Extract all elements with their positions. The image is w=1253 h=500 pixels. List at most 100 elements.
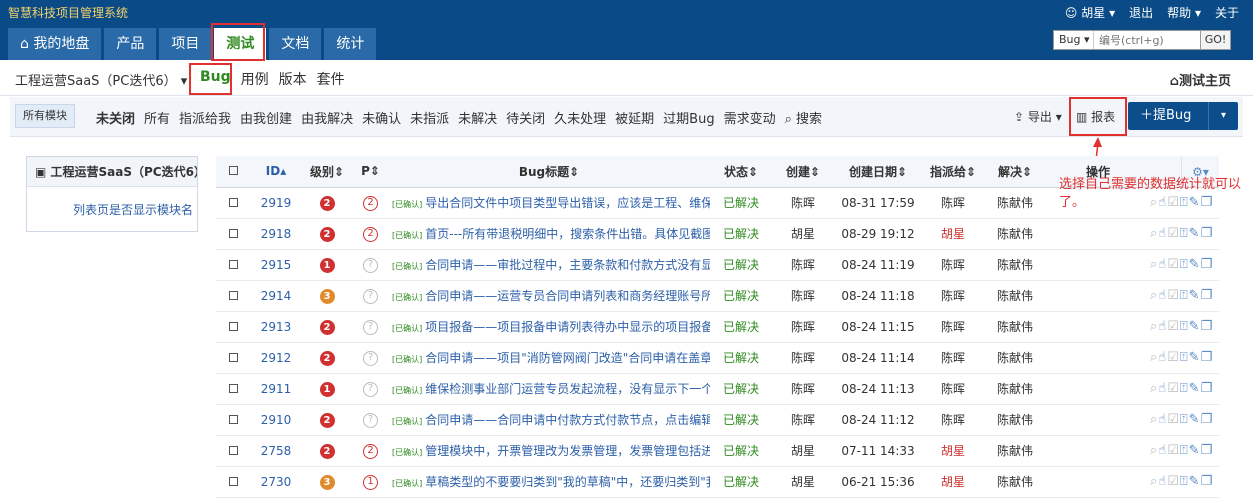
- bug-id[interactable]: 2911: [251, 373, 301, 405]
- close-icon[interactable]: ⍐: [1180, 288, 1189, 303]
- filter-search[interactable]: ⌕ 搜索: [785, 108, 822, 127]
- search-input[interactable]: [1094, 31, 1200, 49]
- col-title[interactable]: Bug标题⇕: [388, 156, 710, 188]
- subnav-bug[interactable]: Bug: [200, 69, 231, 89]
- col-pri[interactable]: P⇕: [353, 156, 388, 188]
- bug-id[interactable]: 2910: [251, 404, 301, 436]
- copy-icon[interactable]: ❐: [1201, 288, 1214, 303]
- bug-id[interactable]: 2913: [251, 311, 301, 343]
- edit-icon[interactable]: ✎: [1189, 443, 1201, 458]
- table-row[interactable]: 2913 2? [已确认] 项目报备——项目报备申请列表待办中显示的项目报备名 已解决陈…: [216, 311, 1219, 343]
- confirm-icon[interactable]: ☝: [1158, 381, 1167, 396]
- product-selector[interactable]: 工程运营SaaS（PC迭代6） ▾: [15, 70, 187, 89]
- assigned-cell[interactable]: 陈晖: [922, 404, 984, 436]
- search-type-select[interactable]: Bug ▾: [1054, 31, 1094, 49]
- bug-id[interactable]: 2912: [251, 342, 301, 374]
- assigned-cell[interactable]: 胡星: [922, 435, 984, 467]
- bug-id[interactable]: 2730: [251, 466, 301, 498]
- resolve-icon[interactable]: ☑: [1167, 319, 1180, 334]
- filter-resolved-by-me[interactable]: 由我解决: [301, 108, 353, 127]
- resolve-icon[interactable]: ☑: [1167, 350, 1180, 365]
- filter-story-changed[interactable]: 需求变动: [724, 108, 776, 127]
- bug-title-link[interactable]: 草稿类型的不要要归类到"我的草稿"中，还要归类到"我的: [425, 475, 710, 489]
- nav-project[interactable]: 项目: [159, 28, 212, 60]
- select-all-check[interactable]: [229, 166, 238, 176]
- table-row[interactable]: 2758 2 2 [已确认] 管理模块中，开票管理改为发票管理，发票管理包括进项 已解决胡…: [216, 435, 1219, 467]
- row-checkbox[interactable]: [216, 218, 251, 250]
- filter-all[interactable]: 所有: [144, 108, 170, 127]
- assigned-cell[interactable]: 陈晖: [922, 311, 984, 343]
- table-row[interactable]: 2918 2 2 [已确认] 首页---所有带退税明细中，搜索条件出错。具体见截图。 已解…: [216, 218, 1219, 250]
- bug-id[interactable]: 2919: [251, 187, 301, 219]
- nav-product[interactable]: 产品: [104, 28, 157, 60]
- resolve-icon[interactable]: ☑: [1167, 226, 1180, 241]
- copy-icon[interactable]: ❐: [1201, 257, 1214, 272]
- assigned-cell[interactable]: 陈晖: [922, 249, 984, 281]
- bug-title-link[interactable]: 维保检测事业部门运营专员发起流程，没有显示下一个审: [425, 382, 710, 396]
- resolve-icon[interactable]: ☑: [1167, 288, 1180, 303]
- row-checkbox[interactable]: [216, 466, 251, 498]
- table-row[interactable]: 2730 3 1 [已确认] 草稿类型的不要要归类到"我的草稿"中，还要归类到"我的 已解…: [216, 466, 1219, 498]
- nav-report[interactable]: 统计: [324, 28, 377, 60]
- assigned-cell[interactable]: 胡星: [922, 466, 984, 498]
- copy-icon[interactable]: ❐: [1201, 443, 1214, 458]
- bug-id[interactable]: 2915: [251, 249, 301, 281]
- resolve-icon[interactable]: ☑: [1167, 443, 1180, 458]
- row-checkbox[interactable]: [216, 187, 251, 219]
- resolve-icon[interactable]: ☑: [1167, 257, 1180, 272]
- bug-title-link[interactable]: 合同申请——项目"消防管网阀门改造"合同申请在盖章专: [425, 351, 710, 365]
- filter-long-lasting[interactable]: 久未处理: [554, 108, 606, 127]
- assigned-cell[interactable]: 陈晖: [922, 342, 984, 374]
- resolve-icon[interactable]: ☑: [1167, 412, 1180, 427]
- add-bug-dropdown[interactable]: ▾: [1208, 102, 1238, 130]
- table-row[interactable]: 2912 2? [已确认] 合同申请——项目"消防管网阀门改造"合同申请在盖章专 已解决…: [216, 342, 1219, 374]
- bug-title-link[interactable]: 管理模块中，开票管理改为发票管理，发票管理包括进项: [425, 444, 710, 458]
- table-row[interactable]: 2915 1? [已确认] 合同申请——审批过程中，主要条款和付款方式没有显示 已解决陈…: [216, 249, 1219, 281]
- filter-unconfirmed[interactable]: 未确认: [362, 108, 401, 127]
- bug-title-link[interactable]: 合同申请——合同申请中付款方式付款节点，点击编辑次: [425, 413, 710, 427]
- copy-icon[interactable]: ❐: [1201, 350, 1214, 365]
- resolve-icon[interactable]: ☑: [1167, 474, 1180, 489]
- close-icon[interactable]: ⍐: [1180, 226, 1189, 241]
- confirm-icon[interactable]: ☝: [1158, 443, 1167, 458]
- bug-title-link[interactable]: 合同申请——运营专员合同申请列表和商务经理账号所显: [425, 289, 710, 303]
- nav-test[interactable]: 测试: [214, 28, 267, 60]
- row-check[interactable]: [229, 414, 238, 424]
- copy-icon[interactable]: ❐: [1201, 412, 1214, 427]
- close-icon[interactable]: ⍐: [1180, 474, 1189, 489]
- module-tag[interactable]: 所有模块: [15, 104, 75, 128]
- row-checkbox[interactable]: [216, 280, 251, 312]
- assigned-cell[interactable]: 陈晖: [922, 280, 984, 312]
- row-check[interactable]: [229, 476, 238, 486]
- close-icon[interactable]: ⍐: [1180, 350, 1189, 365]
- about-link[interactable]: 关于: [1215, 4, 1239, 21]
- row-checkbox[interactable]: [216, 373, 251, 405]
- edit-icon[interactable]: ✎: [1189, 319, 1201, 334]
- bug-id[interactable]: 2758: [251, 435, 301, 467]
- copy-icon[interactable]: ❐: [1201, 381, 1214, 396]
- col-severity[interactable]: 级别⇕: [301, 156, 353, 188]
- filter-unassigned[interactable]: 未指派: [410, 108, 449, 127]
- col-date[interactable]: 创建日期⇕: [834, 156, 922, 188]
- add-bug-button[interactable]: ＋提Bug ▾: [1128, 102, 1238, 130]
- resolve-icon[interactable]: ☑: [1167, 381, 1180, 396]
- filter-to-close[interactable]: 待关闭: [506, 108, 545, 127]
- confirm-icon[interactable]: ☝: [1158, 288, 1167, 303]
- export-button[interactable]: ⇪ 导出 ▾: [1014, 108, 1062, 125]
- confirm-icon[interactable]: ☝: [1158, 226, 1167, 241]
- copy-icon[interactable]: ❐: [1201, 226, 1214, 241]
- row-check[interactable]: [229, 445, 238, 455]
- row-checkbox[interactable]: [216, 311, 251, 343]
- table-row[interactable]: 2911 1? [已确认] 维保检测事业部门运营专员发起流程，没有显示下一个审 已解决陈…: [216, 373, 1219, 405]
- filter-unresolved[interactable]: 未解决: [458, 108, 497, 127]
- logout-link[interactable]: 退出: [1129, 4, 1153, 21]
- edit-icon[interactable]: ✎: [1189, 288, 1201, 303]
- copy-icon[interactable]: ❐: [1201, 474, 1214, 489]
- filter-postponed[interactable]: 被延期: [615, 108, 654, 127]
- row-check[interactable]: [229, 228, 238, 238]
- edit-icon[interactable]: ✎: [1189, 350, 1201, 365]
- table-row[interactable]: 2910 2? [已确认] 合同申请——合同申请中付款方式付款节点，点击编辑次 已解决陈…: [216, 404, 1219, 436]
- nav-my[interactable]: ⌂ 我的地盘: [8, 28, 102, 60]
- row-check[interactable]: [229, 352, 238, 362]
- bug-title-link[interactable]: 项目报备——项目报备申请列表待办中显示的项目报备名: [425, 320, 710, 334]
